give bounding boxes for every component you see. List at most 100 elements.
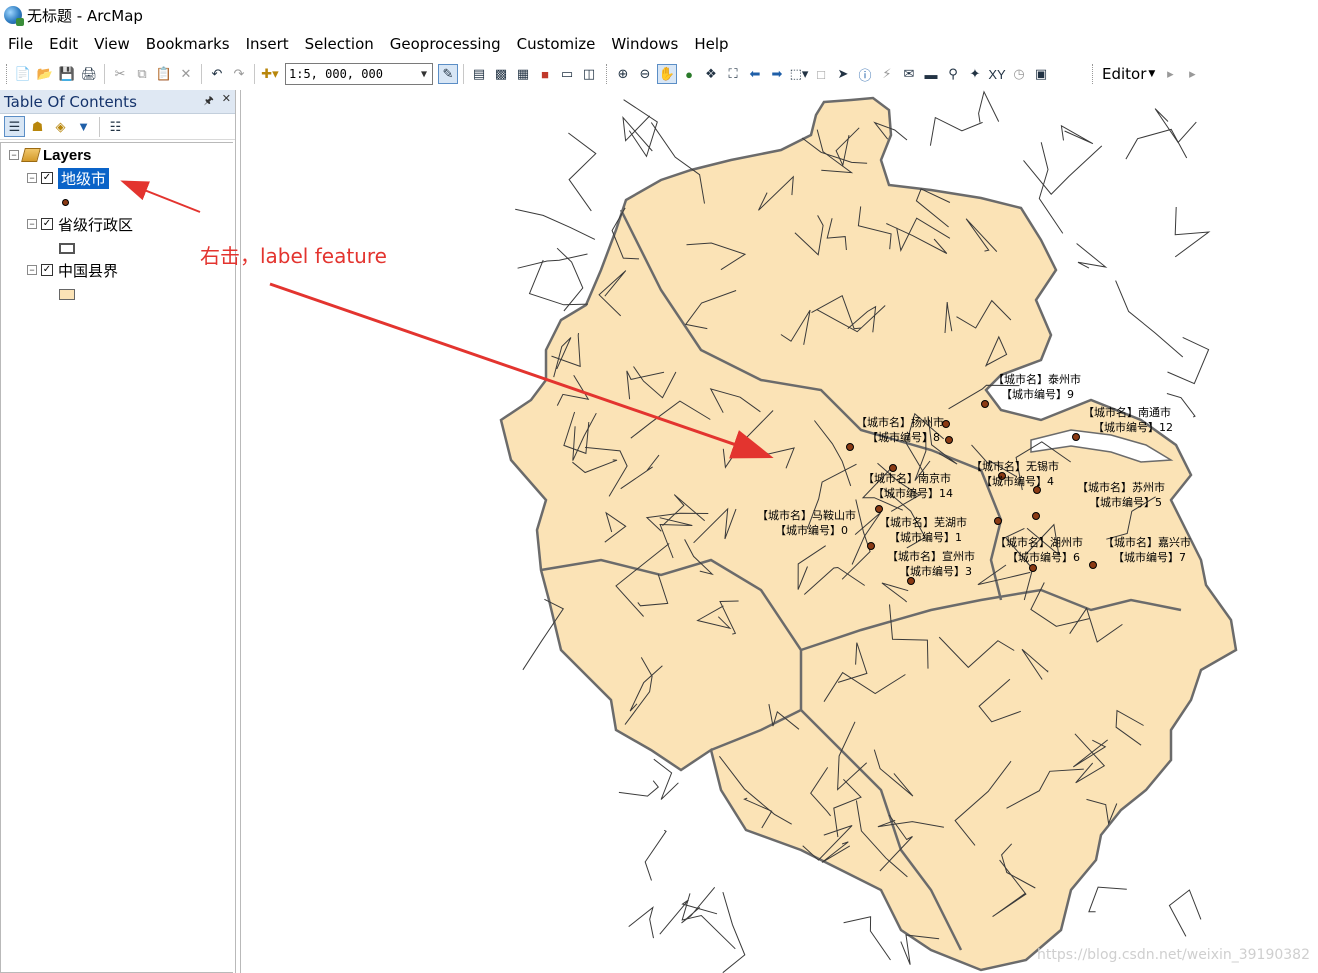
city-point[interactable]: [1032, 512, 1040, 520]
city-label-name: 【城市名】嘉兴市: [1103, 535, 1191, 549]
city-point[interactable]: [1072, 433, 1080, 441]
collapse-icon[interactable]: −: [27, 265, 37, 275]
toolbar-grip[interactable]: [1092, 64, 1095, 84]
pin-icon[interactable]: 🖈: [204, 92, 214, 111]
collapse-icon[interactable]: −: [9, 150, 19, 160]
toolbar-separator: [201, 64, 202, 84]
map-canvas[interactable]: 【城市名】泰州市 【城市编号】9 【城市名】南通市 【城市编号】12 【城市名】…: [241, 90, 1318, 973]
filled-polygon-symbol[interactable]: [59, 289, 75, 300]
fixed-zoom-in-icon[interactable]: ❖: [701, 64, 721, 84]
chevron-down-icon[interactable]: ▼: [416, 69, 432, 80]
menu-file[interactable]: File: [0, 35, 41, 53]
menu-customize[interactable]: Customize: [509, 35, 604, 53]
clear-selection-icon[interactable]: □: [811, 64, 831, 84]
print-icon[interactable]: 🖨: [79, 64, 99, 84]
arctoolbox-icon[interactable]: ■: [535, 64, 555, 84]
menu-selection[interactable]: Selection: [297, 35, 382, 53]
pan-hand-icon[interactable]: ✋: [657, 64, 677, 84]
select-elements-arrow-icon[interactable]: ➤: [833, 64, 853, 84]
cut-icon[interactable]: ✂: [110, 64, 130, 84]
go-to-xy-icon[interactable]: XY: [987, 64, 1007, 84]
menu-view[interactable]: View: [86, 35, 138, 53]
city-point[interactable]: [1029, 564, 1037, 572]
table-of-contents-icon[interactable]: ▤: [469, 64, 489, 84]
save-icon[interactable]: 💾: [57, 64, 77, 84]
options-icon[interactable]: ☷: [105, 116, 126, 137]
city-point[interactable]: [875, 505, 883, 513]
edit-annotation-icon[interactable]: ▸: [1182, 64, 1202, 84]
layer-visibility-checkbox[interactable]: ✓: [41, 264, 53, 276]
menu-help[interactable]: Help: [686, 35, 736, 53]
zoom-out-icon[interactable]: ⊖: [635, 64, 655, 84]
layer-row-city[interactable]: − ✓ 地级市: [27, 167, 110, 189]
redo-icon[interactable]: ↷: [229, 64, 249, 84]
hyperlink-icon[interactable]: ⚡: [877, 64, 897, 84]
map-scale-combobox[interactable]: 1:5, 000, 000 ▼: [285, 63, 433, 85]
fixed-zoom-out-icon[interactable]: ⛶: [723, 64, 743, 84]
collapse-icon[interactable]: −: [27, 173, 37, 183]
standard-toolbar: 📄 📂 💾 🖨 ✂ ⧉ 📋 ✕ ↶ ↷ ✚▾ 1:5, 000, 000 ▼ ✎…: [0, 60, 1318, 88]
list-by-selection-icon[interactable]: ▼: [73, 116, 94, 137]
city-point[interactable]: [994, 517, 1002, 525]
paste-icon[interactable]: 📋: [154, 64, 174, 84]
hollow-polygon-symbol[interactable]: [59, 243, 75, 254]
menu-edit[interactable]: Edit: [41, 35, 86, 53]
create-viewer-window-icon[interactable]: ▣: [1031, 64, 1051, 84]
menu-insert[interactable]: Insert: [238, 35, 297, 53]
list-by-source-icon[interactable]: ☗: [27, 116, 48, 137]
city-point[interactable]: [867, 542, 875, 550]
zoom-in-icon[interactable]: ⊕: [613, 64, 633, 84]
html-popup-icon[interactable]: ✉: [899, 64, 919, 84]
layer-label-city[interactable]: 地级市: [58, 167, 110, 189]
layer-visibility-checkbox[interactable]: ✓: [41, 172, 53, 184]
city-point[interactable]: [889, 464, 897, 472]
catalog-icon[interactable]: ▩: [491, 64, 511, 84]
city-point[interactable]: [1089, 561, 1097, 569]
point-symbol[interactable]: [62, 199, 69, 206]
editor-menu-button[interactable]: Editor ▼: [1098, 65, 1159, 83]
menu-geoprocessing[interactable]: Geoprocessing: [382, 35, 509, 53]
city-point[interactable]: [945, 436, 953, 444]
menu-windows[interactable]: Windows: [603, 35, 686, 53]
list-by-visibility-icon[interactable]: ◈: [50, 116, 71, 137]
layer-row-county[interactable]: − ✓ 中国县界: [27, 260, 118, 280]
full-extent-globe-icon[interactable]: ●: [679, 64, 699, 84]
new-document-icon[interactable]: 📄: [13, 64, 33, 84]
find-binoculars-icon[interactable]: ⚲: [943, 64, 963, 84]
layer-row-province[interactable]: − ✓ 省级行政区: [27, 214, 133, 234]
find-route-icon[interactable]: ✦: [965, 64, 985, 84]
close-icon[interactable]: ✕: [222, 92, 231, 111]
python-window-icon[interactable]: ▭: [557, 64, 577, 84]
city-label-name: 【城市名】马鞍山市: [757, 508, 856, 522]
list-by-drawing-order-icon[interactable]: ☰: [4, 116, 25, 137]
toolbar-separator: [463, 64, 464, 84]
copy-icon[interactable]: ⧉: [132, 64, 152, 84]
add-data-icon[interactable]: ✚▾: [260, 64, 280, 84]
map-display[interactable]: 【城市名】泰州市 【城市编号】9 【城市名】南通市 【城市编号】12 【城市名】…: [240, 90, 1318, 973]
layer-visibility-checkbox[interactable]: ✓: [41, 218, 53, 230]
editor-toolbar-icon[interactable]: ✎: [438, 64, 458, 84]
watermark-text: https://blog.csdn.net/weixin_39190382: [1036, 947, 1310, 963]
open-folder-icon[interactable]: 📂: [35, 64, 55, 84]
menu-bookmarks[interactable]: Bookmarks: [138, 35, 238, 53]
forward-arrow-icon[interactable]: ➡: [767, 64, 787, 84]
undo-icon[interactable]: ↶: [207, 64, 227, 84]
toolbar-grip[interactable]: [6, 64, 9, 84]
toolbar-grip[interactable]: [606, 64, 609, 84]
layer-label-county[interactable]: 中国县界: [58, 260, 118, 281]
measure-icon[interactable]: ▬: [921, 64, 941, 84]
search-window-icon[interactable]: ▦: [513, 64, 533, 84]
city-point[interactable]: [846, 443, 854, 451]
back-arrow-icon[interactable]: ⬅: [745, 64, 765, 84]
select-features-icon[interactable]: ⬚▾: [789, 64, 809, 84]
layer-label-province[interactable]: 省级行政区: [58, 214, 133, 235]
layers-root-row[interactable]: − Layers: [9, 145, 91, 165]
collapse-icon[interactable]: −: [27, 219, 37, 229]
edit-tool-icon[interactable]: ▸: [1160, 64, 1180, 84]
modelbuilder-icon[interactable]: ◫: [579, 64, 599, 84]
city-point[interactable]: [981, 400, 989, 408]
identify-icon[interactable]: ⓘ: [855, 64, 875, 84]
time-slider-icon[interactable]: ◷: [1009, 64, 1029, 84]
delete-icon[interactable]: ✕: [176, 64, 196, 84]
city-point[interactable]: [907, 577, 915, 585]
